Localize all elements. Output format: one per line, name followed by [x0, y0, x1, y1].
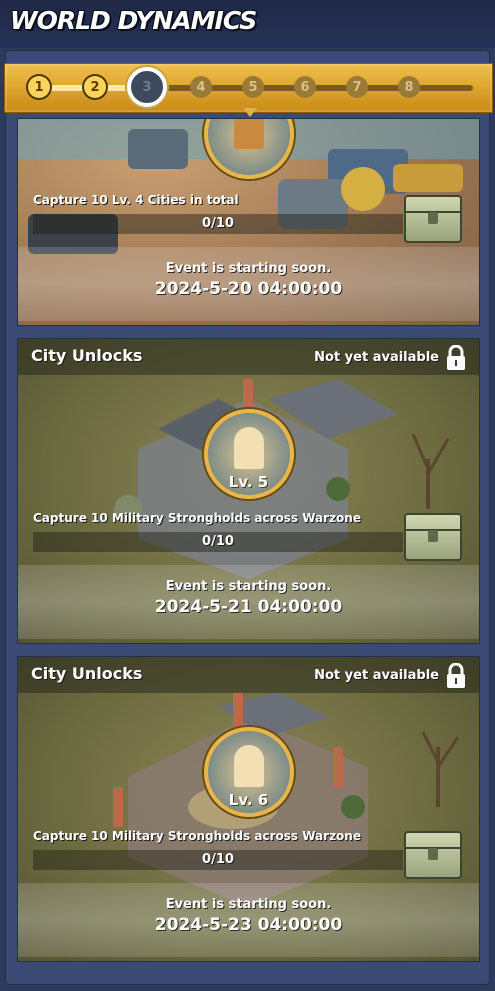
page-title: WORLD DYNAMICS [10, 6, 257, 35]
badge-emblem [233, 119, 264, 149]
card-header: City Unlocks Not yet available [18, 339, 479, 375]
event-status-label: Event is starting soon. [165, 579, 332, 594]
event-card-2[interactable]: City Unlocks Not yet available Lv. 5 Cap… [17, 338, 480, 644]
task-progress-count: 0/10 [202, 534, 234, 549]
stage-step-label: 6 [300, 79, 310, 95]
badge-level: Lv. 5 [228, 473, 269, 491]
lock-icon [447, 663, 465, 688]
stage-step-label: 3 [142, 79, 152, 95]
stage-step-6[interactable]: 6 [294, 76, 316, 98]
stage-step-label: 7 [352, 79, 362, 95]
task-description: Capture 10 Military Strongholds across W… [33, 829, 361, 843]
lock-icon [447, 345, 465, 370]
stage-step-label: 1 [34, 79, 44, 95]
stage-step-1[interactable]: 1 [28, 76, 50, 98]
card-title: City Unlocks [31, 664, 143, 683]
availability-status: Not yet available [314, 350, 439, 365]
current-stage-pointer [243, 108, 257, 117]
badge-level: Lv. 6 [228, 791, 269, 809]
event-start-date: 2024-5-21 04:00:00 [154, 597, 343, 617]
city-badge-icon: Lv. 5 [203, 409, 294, 499]
reward-chest-icon[interactable] [404, 195, 462, 243]
event-start-date: 2024-5-23 04:00:00 [154, 915, 343, 935]
task-progress-count: 0/10 [202, 852, 234, 867]
header-bar: WORLD DYNAMICS [0, 0, 495, 48]
badge-emblem [233, 427, 264, 469]
stage-step-2[interactable]: 2 [84, 76, 106, 98]
card-title: City Unlocks [31, 346, 143, 365]
badge-emblem [233, 745, 264, 787]
stage-step-label: 8 [404, 79, 414, 95]
card-header: City Unlocks Not yet available [18, 657, 479, 693]
stage-step-8[interactable]: 8 [398, 76, 420, 98]
stage-step-7[interactable]: 7 [346, 76, 368, 98]
stage-step-4[interactable]: 4 [190, 76, 212, 98]
stage-step-label: 2 [90, 79, 100, 95]
event-start-date: 2024-5-20 04:00:00 [154, 279, 343, 299]
event-card-1[interactable]: Capture 10 Lv. 4 Cities in total 0/10 Ev… [17, 118, 480, 326]
stage-step-label: 5 [248, 79, 258, 95]
city-badge-icon: Lv. 6 [203, 727, 294, 817]
task-description: Capture 10 Military Strongholds across W… [33, 511, 361, 525]
reward-chest-icon[interactable] [404, 513, 462, 561]
stage-step-label: 4 [196, 79, 206, 95]
event-status-label: Event is starting soon. [165, 261, 332, 276]
event-status-label: Event is starting soon. [165, 897, 332, 912]
availability-status: Not yet available [314, 668, 439, 683]
stage-progress-bar: 1 2 3 4 5 6 7 8 [4, 63, 493, 113]
event-card-3[interactable]: City Unlocks Not yet available Lv. 6 Cap… [17, 656, 480, 962]
task-description: Capture 10 Lv. 4 Cities in total [33, 193, 239, 207]
stage-step-5[interactable]: 5 [242, 76, 264, 98]
task-progress-count: 0/10 [202, 216, 234, 231]
reward-chest-icon[interactable] [404, 831, 462, 879]
stage-step-3-current[interactable]: 3 [127, 67, 167, 107]
